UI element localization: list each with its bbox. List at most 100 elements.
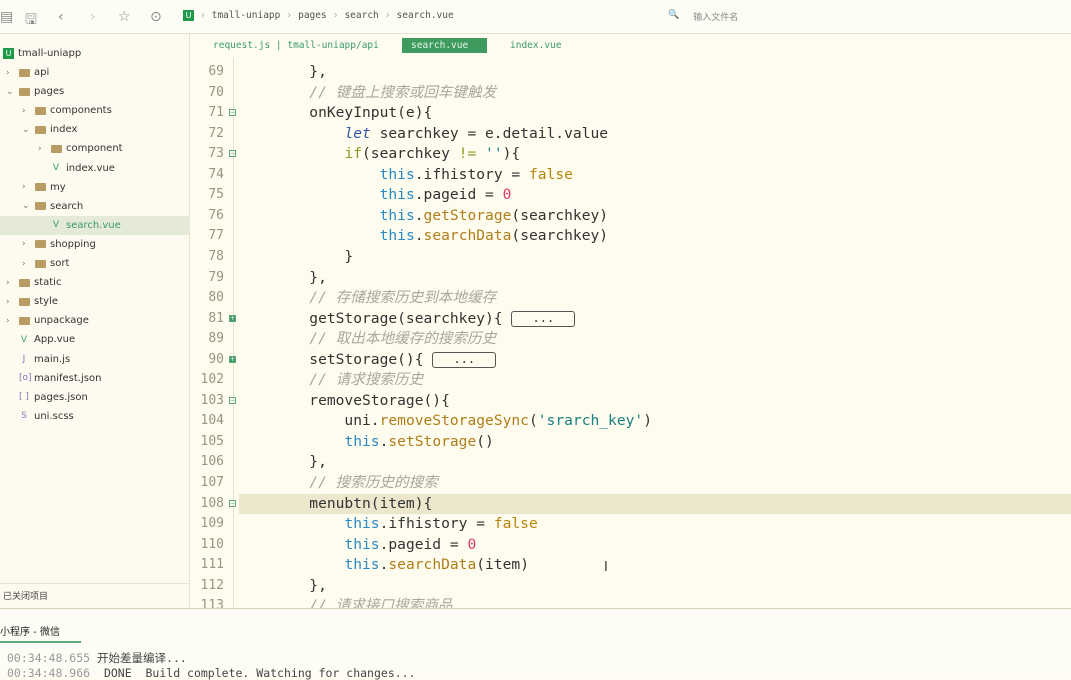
breadcrumb-item[interactable]: pages	[298, 10, 327, 21]
code-line[interactable]: this.setStorage()	[239, 432, 1071, 453]
tree-item-app-vue[interactable]: V App.vue	[0, 330, 190, 349]
tree-item-components[interactable]: › components	[0, 101, 190, 120]
tree-item-label: pages.json	[34, 391, 88, 403]
line-number: 111	[200, 557, 224, 573]
code-line[interactable]: if(searchkey != ''){	[239, 144, 1071, 165]
tree-item-sort[interactable]: › sort	[0, 254, 190, 273]
tree-item-api[interactable]: › api	[0, 63, 190, 82]
breadcrumb-item[interactable]: tmall-uniapp	[212, 10, 281, 21]
code-token: // 请求接口搜索商品	[239, 597, 453, 608]
tree-item-index-vue[interactable]: Vindex.vue	[0, 159, 190, 178]
file-icon[interactable]: ▤	[0, 9, 13, 25]
project-root[interactable]: U tmall-uniapp	[0, 44, 190, 63]
code-line[interactable]: getStorage(searchkey){ ...	[239, 309, 1071, 330]
tree-item-index[interactable]: ⌄ index	[0, 120, 190, 139]
code-line[interactable]: menubtn(item){	[239, 493, 1071, 515]
line-number: 105	[200, 433, 224, 449]
code-token: (searchkey	[362, 145, 459, 163]
collapsed-block-button[interactable]: ...	[432, 351, 497, 368]
file-search-input[interactable]: 🔍 输入文件名	[668, 10, 738, 23]
collapse-fold-icon[interactable]: −	[229, 499, 236, 507]
breadcrumb-item[interactable]: search.vue	[397, 10, 454, 21]
code-line[interactable]: this.pageid = 0	[239, 185, 1071, 206]
chevron-right-icon[interactable]: ›	[22, 182, 26, 192]
tree-item-shopping[interactable]: › shopping	[0, 235, 190, 254]
chevron-right-icon[interactable]: ›	[6, 297, 10, 307]
code-line[interactable]: this.pageid = 0	[239, 535, 1071, 556]
chevron-down-icon[interactable]: ⌄	[6, 87, 14, 97]
tab-search-vue[interactable]: search.vue	[402, 38, 487, 53]
code-line[interactable]: setStorage(){ ...	[239, 350, 1071, 371]
code-line[interactable]: // 取出本地缓存的搜索历史	[239, 329, 1071, 350]
console-tab[interactable]: 小程序 - 微信	[0, 623, 81, 643]
chevron-down-icon[interactable]: ⌄	[22, 201, 30, 211]
code-token: this	[379, 206, 415, 224]
code-line[interactable]: // 键盘上搜索或回车键触发	[239, 83, 1071, 104]
code-line[interactable]: },	[239, 576, 1071, 597]
back-icon[interactable]: ‹	[58, 9, 64, 25]
closed-projects[interactable]: 已关闭项目	[3, 589, 48, 602]
chevron-right-icon[interactable]: ›	[22, 259, 26, 269]
chevron-right-icon[interactable]: ›	[6, 316, 10, 326]
collapse-fold-icon[interactable]: −	[229, 150, 236, 158]
chevron-right-icon[interactable]: ›	[6, 68, 10, 78]
code-line[interactable]: this.searchData(item)	[239, 555, 1071, 576]
code-token: },	[239, 268, 327, 286]
chevron-right-icon[interactable]: ›	[22, 106, 26, 116]
save-icon[interactable]: 🖫	[25, 9, 37, 33]
code-token: this	[379, 186, 415, 204]
code-line[interactable]: onKeyInput(e){	[239, 103, 1071, 124]
code-line[interactable]: },	[239, 452, 1071, 473]
project-name: tmall-uniapp	[18, 48, 82, 59]
run-icon[interactable]: ⊙	[150, 9, 162, 25]
collapsed-block-button[interactable]: ...	[511, 310, 576, 327]
tree-item-unpackage[interactable]: › unpackage	[0, 311, 190, 330]
code-line[interactable]: }	[239, 247, 1071, 268]
tree-item-label: main.js	[34, 353, 71, 365]
code-line[interactable]: uni.removeStorageSync('srarch_key')	[239, 411, 1071, 432]
tree-item-component[interactable]: › component	[0, 139, 190, 158]
code-token: setStorage	[388, 432, 477, 450]
chevron-right-icon[interactable]: ›	[38, 144, 42, 154]
tree-item-uni-scss[interactable]: Suni.scss	[0, 407, 190, 426]
code-line[interactable]: // 请求搜索历史	[239, 370, 1071, 391]
code-line[interactable]: // 搜索历史的搜索	[239, 473, 1071, 494]
forward-icon[interactable]: ›	[90, 9, 96, 25]
tree-item-manifest-json[interactable]: [o] manifest.json	[0, 369, 190, 388]
tree-item-search-vue[interactable]: Vsearch.vue	[0, 215, 190, 235]
breadcrumb-item[interactable]: search	[344, 10, 378, 21]
collapse-fold-icon[interactable]: −	[229, 109, 236, 117]
chevron-right-icon[interactable]: ›	[6, 278, 10, 288]
tree-item-label: index.vue	[66, 162, 115, 174]
tree-item-label: component	[66, 143, 123, 155]
tree-item-label: manifest.json	[34, 372, 102, 384]
code-line[interactable]: // 存储搜索历史到本地缓存	[239, 288, 1071, 309]
code-line[interactable]: this.ifhistory = false	[239, 165, 1071, 186]
tab-index-vue[interactable]: index.vue	[510, 38, 561, 53]
tree-item-my[interactable]: › my	[0, 178, 190, 197]
chevron-right-icon[interactable]: ›	[22, 239, 26, 249]
code-line[interactable]: this.getStorage(searchkey)	[239, 206, 1071, 227]
expand-fold-icon[interactable]: +	[229, 355, 236, 363]
tab-request-js[interactable]: request.js | tmall-uniapp/api	[213, 38, 379, 53]
collapse-fold-icon[interactable]: −	[229, 396, 236, 404]
tree-item-search[interactable]: ⌄ search	[0, 197, 190, 216]
code-line[interactable]: removeStorage(){	[239, 391, 1071, 412]
code-line[interactable]: let searchkey = e.detail.value	[239, 124, 1071, 145]
expand-fold-icon[interactable]: +	[229, 314, 236, 322]
tree-item-static[interactable]: › static	[0, 273, 190, 292]
line-number: 112	[200, 577, 224, 593]
tree-item-pages[interactable]: ⌄ pages	[0, 82, 190, 101]
code-line[interactable]: },	[239, 268, 1071, 289]
code-line[interactable]: this.ifhistory = false	[239, 514, 1071, 535]
chevron-down-icon[interactable]: ⌄	[22, 125, 30, 135]
code-line[interactable]: // 请求接口搜索商品	[239, 596, 1071, 608]
code-editor[interactable]: }, 69 // 键盘上搜索或回车键触发 70 onKeyInput(e){71− …	[191, 58, 1071, 608]
star-icon[interactable]: ☆	[118, 9, 131, 25]
tree-item-pages-json[interactable]: [ ] pages.json	[0, 388, 190, 407]
code-line[interactable]: },	[239, 62, 1071, 83]
code-token: removeStorageSync	[379, 412, 529, 430]
tree-item-main-js[interactable]: Jmain.js	[0, 350, 190, 369]
code-line[interactable]: this.searchData(searchkey)	[239, 226, 1071, 247]
tree-item-style[interactable]: › style	[0, 292, 190, 311]
